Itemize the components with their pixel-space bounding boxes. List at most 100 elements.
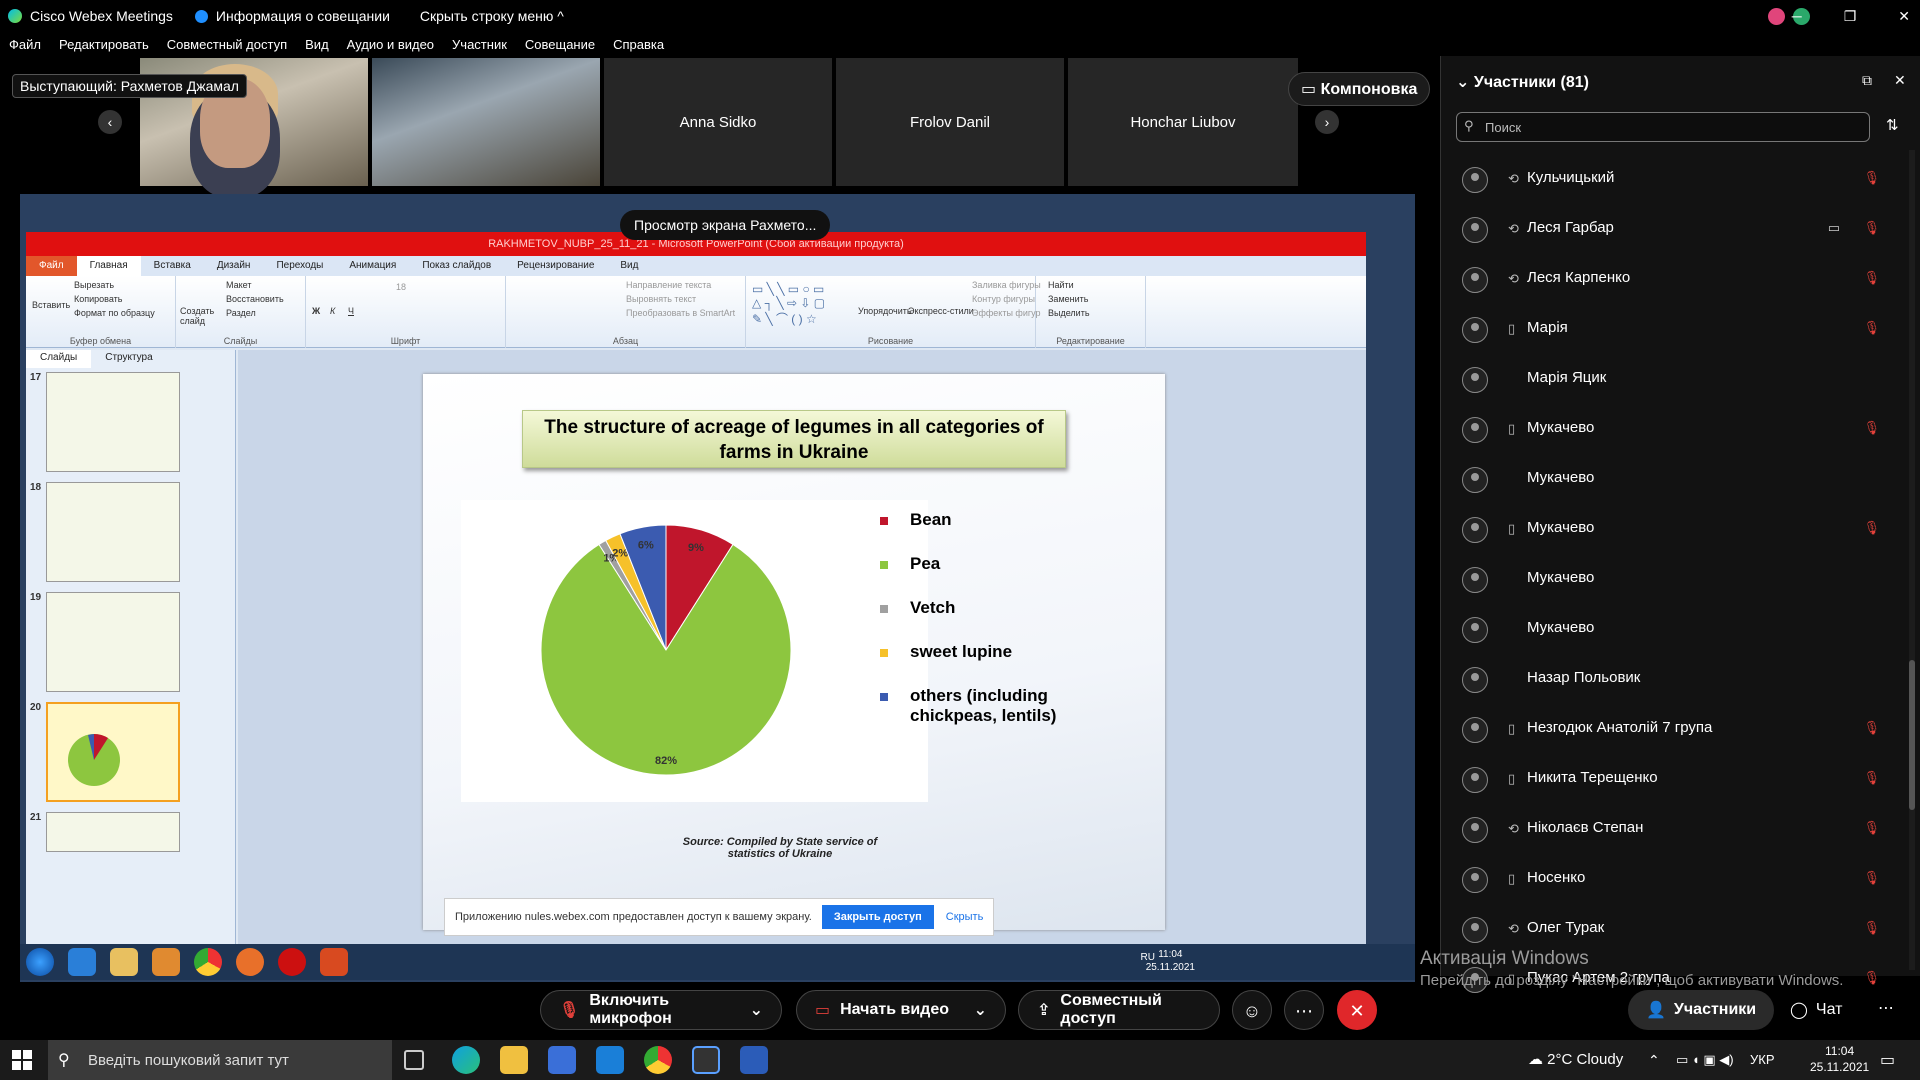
participant-row[interactable]: ⟲ Олег Турак 🎙 bbox=[1440, 904, 1910, 954]
muted-mic-icon[interactable]: 🎙 bbox=[1863, 770, 1880, 786]
muted-mic-icon[interactable]: 🎙 bbox=[1863, 420, 1880, 436]
word-icon[interactable] bbox=[740, 1046, 768, 1074]
muted-mic-icon[interactable]: 🎙 bbox=[1863, 170, 1880, 186]
participant-row[interactable]: ⟲ Ніколаєв Степан 🎙 bbox=[1440, 804, 1910, 854]
notification-avatar-icon[interactable] bbox=[1768, 8, 1785, 25]
strip-next-chevron-icon[interactable]: › bbox=[1315, 110, 1339, 134]
notifications-icon[interactable]: ▭ bbox=[1880, 1050, 1895, 1070]
ppt-tab-home[interactable]: Главная bbox=[76, 256, 141, 276]
ppt-tab-insert[interactable]: Вставка bbox=[141, 256, 204, 276]
slide-thumbnail-21[interactable] bbox=[46, 812, 180, 852]
ppt-tab-animation[interactable]: Анимация bbox=[336, 256, 409, 276]
align-text-button[interactable]: Выровнять текст bbox=[626, 294, 696, 304]
layout-button[interactable]: ▭ Компоновка bbox=[1288, 72, 1431, 106]
muted-mic-icon[interactable]: 🎙 bbox=[1863, 820, 1880, 836]
participant-row[interactable]: ▯ Мукачево 🎙 bbox=[1440, 404, 1910, 454]
participant-row[interactable]: ▯ Мукачево 🎙 bbox=[1440, 504, 1910, 554]
shapes-gallery-icon[interactable]: ▭ ╲ ╲ ▭ ○ ▭ △ ┐ ╲ ⇨ ⇩ ▢ ✎ ╲ ⌒ ( ) ☆ bbox=[752, 282, 825, 327]
slide-thumbnail-19[interactable] bbox=[46, 592, 180, 692]
close-icon[interactable]: ✕ bbox=[1898, 8, 1910, 25]
participants-panel-title[interactable]: ⌄ Участники (81) bbox=[1456, 72, 1589, 92]
participant-row[interactable]: Мукачево bbox=[1440, 604, 1910, 654]
find-button[interactable]: Найти bbox=[1048, 280, 1074, 290]
reset-button[interactable]: Восстановить bbox=[226, 294, 284, 304]
slide-thumbnail-20[interactable] bbox=[46, 702, 180, 802]
participant-tile-honchar[interactable]: Honchar Liubov bbox=[1068, 58, 1298, 186]
close-panel-icon[interactable]: ✕ bbox=[1894, 72, 1906, 89]
task-view-icon[interactable] bbox=[404, 1050, 424, 1070]
unmute-button[interactable]: 🎙 Включить микрофон ⌄ bbox=[540, 990, 782, 1030]
camera-icon[interactable]: ▭ bbox=[1828, 220, 1840, 236]
participant-search-input[interactable] bbox=[1456, 112, 1870, 142]
font-size-field[interactable]: 18 bbox=[396, 282, 406, 292]
underline-button[interactable]: Ч bbox=[348, 306, 354, 316]
popout-icon[interactable]: ⧉ bbox=[1862, 72, 1872, 89]
participants-scrollbar[interactable] bbox=[1909, 150, 1915, 970]
participant-row[interactable]: Марія Яцик bbox=[1440, 354, 1910, 404]
participant-row[interactable]: ⟲ Кульчицький 🎙 bbox=[1440, 154, 1910, 204]
muted-mic-icon[interactable]: 🎙 bbox=[1863, 320, 1880, 336]
taskbar-clock[interactable]: 11:04 25.11.2021 bbox=[1810, 1043, 1869, 1075]
shape-effects-button[interactable]: Эффекты фигур bbox=[972, 308, 1041, 318]
menu-participant[interactable]: Участник bbox=[443, 34, 516, 56]
classroom-video-tile[interactable] bbox=[372, 58, 600, 186]
muted-mic-icon[interactable]: 🎙 bbox=[1863, 220, 1880, 236]
slide-thumbnail-17[interactable] bbox=[46, 372, 180, 472]
taskbar-search-box[interactable]: Введіть пошуковий запит тут bbox=[48, 1040, 392, 1080]
participant-tile-anna[interactable]: Anna Sidko bbox=[604, 58, 832, 186]
paste-button[interactable]: Вставить bbox=[32, 300, 70, 310]
copy-button[interactable]: Копировать bbox=[74, 294, 122, 304]
quick-styles-button[interactable]: Экспресс-стили bbox=[908, 306, 974, 316]
muted-mic-icon[interactable]: 🎙 bbox=[1863, 870, 1880, 886]
replace-button[interactable]: Заменить bbox=[1048, 294, 1088, 304]
participant-row[interactable]: ⟲ Леся Гарбар ▭ 🎙 bbox=[1440, 204, 1910, 254]
tray-network-icon[interactable]: ▭ ◖ ▣ ◀) bbox=[1676, 1052, 1734, 1068]
weather-widget[interactable]: ☁ 2°C Cloudy bbox=[1528, 1050, 1623, 1068]
muted-mic-icon[interactable]: 🎙 bbox=[1863, 520, 1880, 536]
ppt-tab-review[interactable]: Рецензирование bbox=[504, 256, 607, 276]
mail-icon[interactable] bbox=[596, 1046, 624, 1074]
participant-row[interactable]: Мукачево bbox=[1440, 554, 1910, 604]
reactions-icon[interactable]: ☺ bbox=[1232, 990, 1272, 1030]
section-dropdown[interactable]: Раздел bbox=[226, 308, 256, 318]
participant-row[interactable]: Назар Польовик bbox=[1440, 654, 1910, 704]
shape-fill-button[interactable]: Заливка фигуры bbox=[972, 280, 1041, 290]
new-slide-button[interactable]: Создать слайд bbox=[180, 306, 220, 326]
bold-button[interactable]: Ж bbox=[312, 306, 320, 316]
format-painter-button[interactable]: Формат по образцу bbox=[74, 308, 155, 318]
start-video-button[interactable]: ▭ Начать видео ⌄ bbox=[796, 990, 1006, 1030]
store-icon[interactable] bbox=[548, 1046, 576, 1074]
text-direction-button[interactable]: Направление текста bbox=[626, 280, 711, 290]
more-options-icon[interactable]: ⋯ bbox=[1284, 990, 1324, 1030]
menu-edit[interactable]: Редактировать bbox=[50, 34, 158, 56]
panel-more-icon[interactable]: ⋯ bbox=[1878, 998, 1894, 1018]
maximize-icon[interactable]: ❐ bbox=[1844, 8, 1857, 25]
muted-mic-icon[interactable]: 🎙 bbox=[1863, 920, 1880, 936]
tray-chevron-up-icon[interactable]: ⌃ bbox=[1648, 1052, 1660, 1069]
menu-view[interactable]: Вид bbox=[296, 34, 338, 56]
video-chevron-down-icon[interactable]: ⌄ bbox=[974, 1000, 987, 1020]
menu-meeting[interactable]: Совещание bbox=[516, 34, 604, 56]
mic-chevron-down-icon[interactable]: ⌄ bbox=[750, 1000, 763, 1020]
ppt-tab-transitions[interactable]: Переходы bbox=[263, 256, 336, 276]
file-explorer-icon[interactable] bbox=[500, 1046, 528, 1074]
layout-dropdown[interactable]: Макет bbox=[226, 280, 251, 290]
select-button[interactable]: Выделить bbox=[1048, 308, 1090, 318]
stop-sharing-button[interactable]: Закрыть доступ bbox=[821, 905, 934, 929]
muted-mic-icon[interactable]: 🎙 bbox=[1863, 720, 1880, 736]
minimize-icon[interactable]: ─ bbox=[1792, 8, 1802, 24]
muted-mic-icon[interactable]: 🎙 bbox=[1863, 270, 1880, 286]
chrome-icon[interactable] bbox=[644, 1046, 672, 1074]
menu-file[interactable]: Файл bbox=[0, 34, 50, 56]
participant-row[interactable]: ▯ Никита Терещенко 🎙 bbox=[1440, 754, 1910, 804]
sort-icon[interactable]: ⇅ bbox=[1886, 116, 1899, 134]
slides-tab[interactable]: Слайды bbox=[26, 350, 92, 368]
hide-notice-button[interactable]: Скрыть bbox=[946, 911, 984, 923]
participant-row[interactable]: ⟲ Леся Карпенко 🎙 bbox=[1440, 254, 1910, 304]
muted-mic-icon[interactable]: 🎙 bbox=[1863, 970, 1880, 986]
shape-outline-button[interactable]: Контур фигуры bbox=[972, 294, 1035, 304]
arrange-button[interactable]: Упорядочить bbox=[858, 306, 912, 316]
chat-button[interactable]: ◯ Чат bbox=[1790, 990, 1842, 1030]
participant-row[interactable]: Мукачево bbox=[1440, 454, 1910, 504]
smartart-button[interactable]: Преобразовать в SmartArt bbox=[626, 308, 735, 318]
